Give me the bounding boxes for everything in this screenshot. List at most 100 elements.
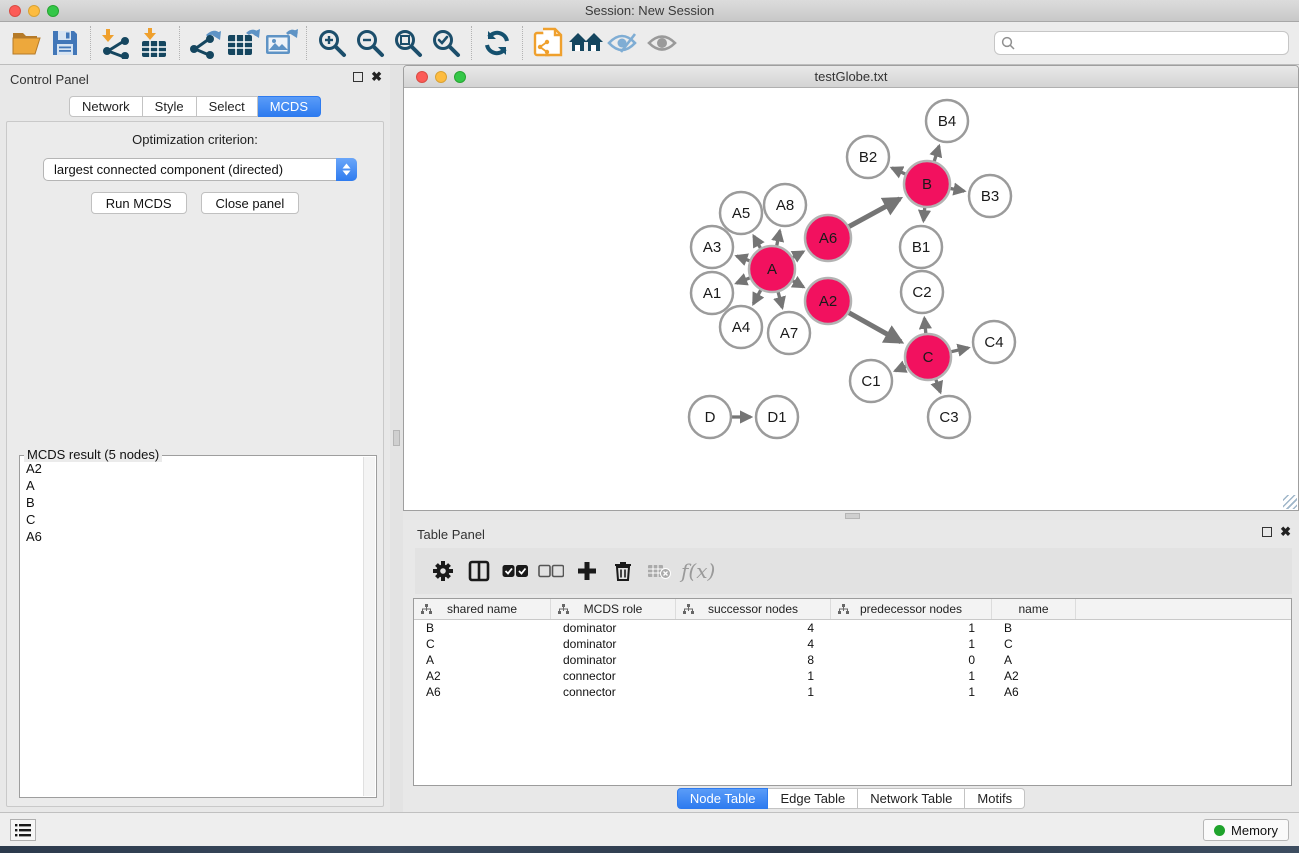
zoom-fit-icon[interactable] [389,25,427,61]
criterion-dropdown[interactable]: largest connected component (directed) [43,158,357,181]
table-cell[interactable]: 1 [676,668,831,684]
table-row[interactable]: Cdominator41C [414,636,1291,652]
table-cell[interactable]: dominator [551,620,676,636]
table-cell[interactable]: 1 [831,684,992,700]
minimize-window-button[interactable] [28,5,40,17]
function-builder-icon[interactable]: f(x) [677,559,715,583]
mcds-result-item[interactable]: C [20,511,362,528]
table-row[interactable]: A6connector11A6 [414,684,1291,700]
table-cell[interactable]: 4 [676,620,831,636]
table-cell[interactable]: dominator [551,652,676,668]
select-all-checkboxes-icon[interactable] [497,553,533,589]
table-row[interactable]: Bdominator41B [414,620,1291,636]
mcds-result-item[interactable]: A2 [20,460,362,477]
column-header-shared-name[interactable]: shared name [414,599,551,619]
table-close-icon[interactable]: ✖ [1280,527,1291,537]
table-cell[interactable]: 1 [831,620,992,636]
graph-node-label-D1: D1 [767,409,786,426]
app-titlebar: Session: New Session [0,0,1299,22]
splitter-handle[interactable] [393,430,400,446]
export-network-icon[interactable] [186,25,224,61]
table-float-icon[interactable] [1262,527,1272,537]
mcds-result-list[interactable]: A2ABCA6 [20,460,362,795]
table-cell[interactable]: 1 [831,668,992,684]
export-table-icon[interactable] [224,25,262,61]
delete-table-icon[interactable] [641,553,677,589]
hide-selected-icon[interactable] [605,25,643,61]
table-cell[interactable]: C [992,636,1076,652]
tab-style[interactable]: Style [143,96,197,117]
window-resize-grip[interactable] [1283,495,1297,509]
tab-network[interactable]: Network [69,96,143,117]
show-all-icon[interactable] [643,25,681,61]
table-cell[interactable]: A2 [992,668,1076,684]
tab-select[interactable]: Select [197,96,258,117]
close-panel-icon[interactable]: ✖ [371,72,382,82]
table-row[interactable]: Adominator80A [414,652,1291,668]
zoom-window-button[interactable] [47,5,59,17]
task-history-button[interactable] [10,819,36,841]
open-file-icon[interactable] [8,25,46,61]
mcds-result-item[interactable]: A [20,477,362,494]
deselect-all-checkboxes-icon[interactable] [533,553,569,589]
clone-network-icon[interactable] [529,25,567,61]
table-cell[interactable]: connector [551,668,676,684]
network-window-titlebar[interactable]: testGlobe.txt [404,66,1298,88]
column-header-MCDS-role[interactable]: MCDS role [551,599,676,619]
tab-mcds[interactable]: MCDS [258,96,321,117]
split-columns-icon[interactable] [461,553,497,589]
add-column-icon[interactable] [569,553,605,589]
save-session-icon[interactable] [46,25,84,61]
table-cell[interactable]: A2 [414,668,551,684]
zoom-in-icon[interactable] [313,25,351,61]
search-input[interactable] [994,31,1289,55]
zoom-out-icon[interactable] [351,25,389,61]
table-cell[interactable]: C [414,636,551,652]
run-mcds-button[interactable]: Run MCDS [91,192,187,214]
delete-column-trash-icon[interactable] [605,553,641,589]
import-table-icon[interactable] [135,25,173,61]
float-panel-icon[interactable] [353,72,363,82]
network-minimize-button[interactable] [435,71,447,83]
result-scrollbar[interactable] [363,457,375,796]
tab-edge-table[interactable]: Edge Table [768,788,858,809]
table-cell[interactable]: dominator [551,636,676,652]
table-settings-gear-icon[interactable] [425,553,461,589]
export-image-icon[interactable] [262,25,300,61]
tab-node-table[interactable]: Node Table [677,788,769,809]
table-cell[interactable]: 0 [831,652,992,668]
table-cell[interactable]: A [414,652,551,668]
table-cell[interactable]: 1 [676,684,831,700]
memory-button[interactable]: Memory [1203,819,1289,841]
refresh-icon[interactable] [478,25,516,61]
network-close-button[interactable] [416,71,428,83]
table-row[interactable]: A2connector11A2 [414,668,1291,684]
table-cell[interactable]: B [414,620,551,636]
node-table[interactable]: shared nameMCDS rolesuccessor nodesprede… [413,598,1292,786]
table-cell[interactable]: connector [551,684,676,700]
table-cell[interactable]: 1 [831,636,992,652]
table-cell[interactable]: A [992,652,1076,668]
column-header-predecessor-nodes[interactable]: predecessor nodes [831,599,992,619]
network-canvas[interactable]: B4B2BB3A8A5A6A3B1AA1C2A2A4A7C4CC1C3DD1 [404,88,1298,510]
table-cell[interactable]: 8 [676,652,831,668]
horizontal-splitter-handle[interactable] [845,513,860,519]
column-header-name[interactable]: name [992,599,1076,619]
mcds-result-item[interactable]: B [20,494,362,511]
network-zoom-button[interactable] [454,71,466,83]
import-network-icon[interactable] [97,25,135,61]
zoom-selected-icon[interactable] [427,25,465,61]
home-icon[interactable] [567,25,605,61]
panel-splitter[interactable] [390,65,403,812]
close-window-button[interactable] [9,5,21,17]
table-cell[interactable]: A6 [414,684,551,700]
column-header-successor-nodes[interactable]: successor nodes [676,599,831,619]
table-cell[interactable]: B [992,620,1076,636]
table-cell[interactable]: A6 [992,684,1076,700]
close-panel-button[interactable]: Close panel [201,192,300,214]
mcds-result-item[interactable]: A6 [20,528,362,545]
table-cell[interactable]: 4 [676,636,831,652]
tab-motifs[interactable]: Motifs [965,788,1025,809]
status-bar: Memory [0,812,1299,846]
tab-network-table[interactable]: Network Table [858,788,965,809]
